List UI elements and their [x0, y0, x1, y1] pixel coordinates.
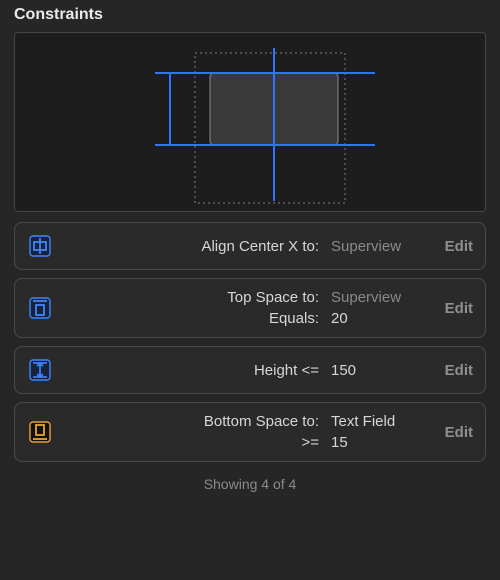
align-center-x-icon — [27, 233, 53, 259]
constraint-value[interactable]: Superview — [331, 238, 421, 255]
constraint-row[interactable]: Align Center X to: Superview Edit — [14, 222, 486, 270]
constraint-value[interactable]: Text Field — [331, 413, 421, 430]
constraint-row[interactable]: Bottom Space to: Text Field >= 15 Edit — [14, 402, 486, 462]
top-space-icon — [27, 295, 53, 321]
constraint-value[interactable]: 150 — [331, 362, 421, 379]
constraint-label: Top Space to: — [71, 289, 319, 306]
constraint-row[interactable]: Top Space to: Superview Equals: 20 Edit — [14, 278, 486, 338]
edit-button[interactable]: Edit — [429, 424, 473, 441]
constraint-label: Equals: — [71, 310, 319, 327]
constraint-label: Bottom Space to: — [71, 413, 319, 430]
edit-button[interactable]: Edit — [429, 238, 473, 255]
constraint-row[interactable]: Height <= 150 Edit — [14, 346, 486, 394]
constraint-value[interactable]: 15 — [331, 434, 421, 451]
constraints-panel: Constraints Ali — [0, 0, 500, 580]
edit-button[interactable]: Edit — [429, 300, 473, 317]
constraint-value[interactable]: Superview — [331, 289, 421, 306]
constraint-label: >= — [71, 434, 319, 451]
constraint-label: Align Center X to: — [71, 238, 319, 255]
diagram-svg — [15, 33, 485, 211]
constraint-diagram[interactable] — [14, 32, 486, 212]
constraint-body: Bottom Space to: Text Field >= 15 — [71, 413, 421, 451]
footer-status: Showing 4 of 4 — [0, 470, 500, 492]
constraint-value[interactable]: 20 — [331, 310, 421, 327]
constraint-label: Height <= — [71, 362, 319, 379]
constraint-body: Top Space to: Superview Equals: 20 — [71, 289, 421, 327]
constraint-body: Align Center X to: Superview — [71, 238, 421, 255]
constraint-body: Height <= 150 — [71, 362, 421, 379]
bottom-space-icon — [27, 419, 53, 445]
edit-button[interactable]: Edit — [429, 362, 473, 379]
height-icon — [27, 357, 53, 383]
panel-title: Constraints — [0, 0, 500, 32]
